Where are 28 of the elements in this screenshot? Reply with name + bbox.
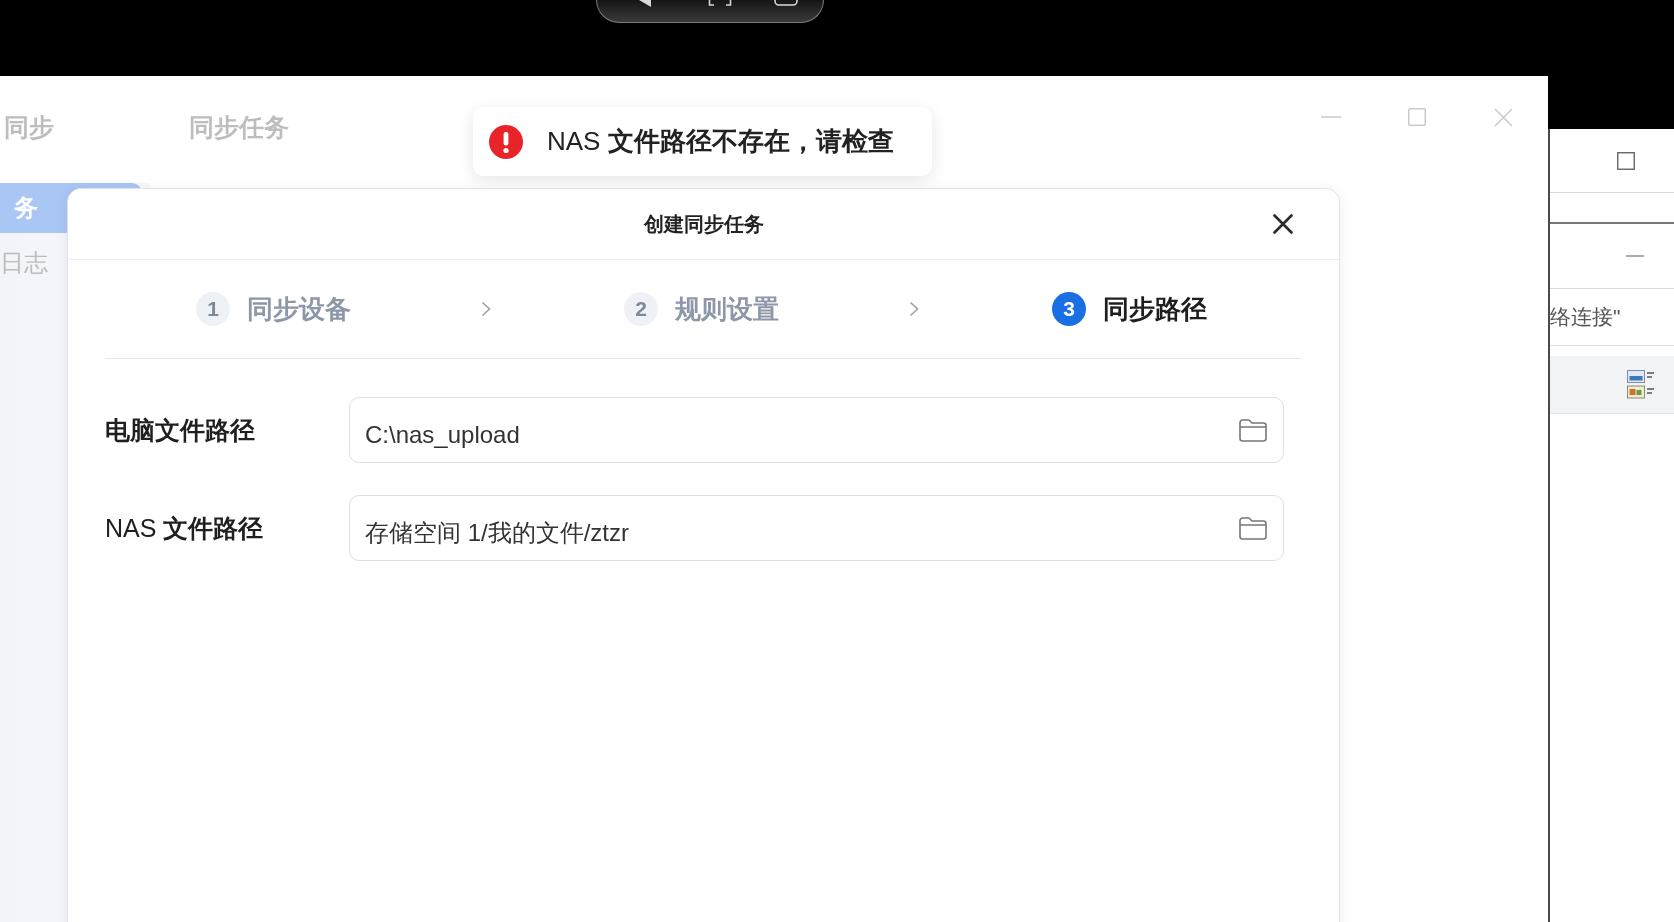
folder-icon[interactable] [1239, 516, 1267, 540]
folder-icon[interactable] [1239, 418, 1267, 442]
maximize-icon [1408, 108, 1426, 126]
dialog-title: 创建同步任务 [643, 211, 764, 237]
triangle-icon[interactable] [639, 0, 651, 7]
page-title: 同步任务 [189, 112, 289, 142]
step-label: 规则设置 [675, 292, 779, 326]
step-label: 同步路径 [1103, 292, 1207, 326]
maximize-icon[interactable] [1617, 151, 1635, 170]
image-list-icon [1627, 370, 1655, 399]
step-number: 3 [1052, 292, 1086, 326]
step-number: 2 [624, 292, 658, 326]
field-label: NAS 文件路径 [105, 512, 265, 544]
close-icon [1493, 107, 1513, 127]
chevron-right-icon [909, 301, 919, 317]
field-label: 电脑文件路径 [105, 414, 256, 446]
row-text: 络连接" [1550, 304, 1621, 330]
toast-message: NAS 文件路径不存在，请检查 [547, 125, 894, 158]
fullscreen-icon[interactable] [708, 0, 732, 6]
step-number: 1 [196, 292, 230, 326]
error-icon [489, 124, 523, 159]
minimize-icon [1321, 116, 1341, 118]
step-label: 同步设备 [247, 292, 351, 326]
app-title: 同步 [4, 112, 54, 142]
path-field[interactable]: 存储空间 1/我的文件/ztzr [349, 495, 1284, 561]
close-icon [1273, 214, 1293, 234]
path-field[interactable]: C:\nas_upload [349, 397, 1284, 463]
chevron-right-icon [481, 301, 491, 317]
